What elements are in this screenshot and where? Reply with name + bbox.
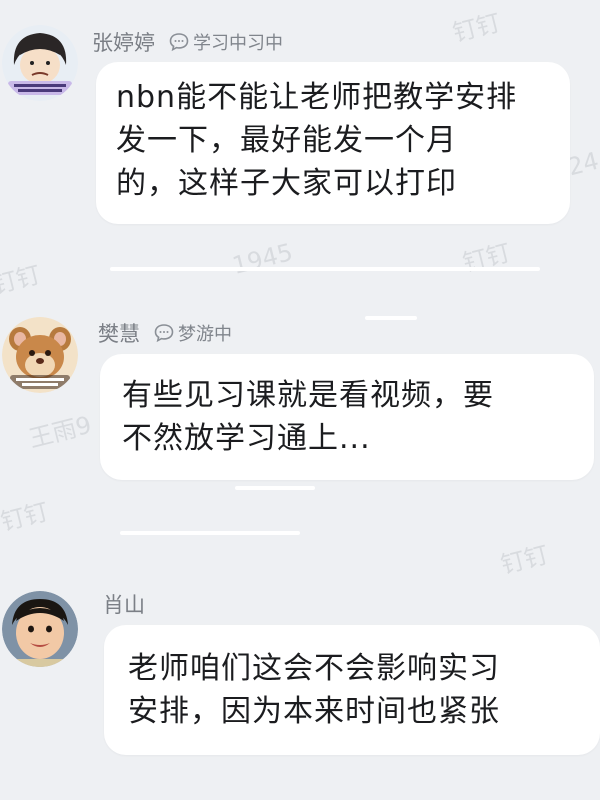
watermark: 1945 xyxy=(229,238,296,280)
avatar[interactable] xyxy=(2,317,78,393)
watermark: 钉钉 xyxy=(0,497,52,537)
watermark: 王雨9 xyxy=(26,410,95,454)
sender-info: 樊慧 梦游中 xyxy=(98,318,232,348)
hidden-bubble-edge xyxy=(120,531,300,535)
message-bubble[interactable]: nbn能不能让老师把教学安排 发一下，最好能发一个月 的，这样子大家可以打印 xyxy=(96,62,570,224)
avatar[interactable] xyxy=(2,25,78,101)
status: 梦游中 xyxy=(154,320,232,346)
chat-bubble-icon xyxy=(154,324,174,343)
sender-name: 肖山 xyxy=(103,593,145,617)
hidden-bubble-edge xyxy=(365,316,417,320)
message-bubble[interactable]: 老师咱们这会不会影响实习 安排，因为本来时间也紧张 xyxy=(104,625,600,755)
sender-name: 樊慧 xyxy=(98,322,140,346)
status-text: 梦游中 xyxy=(178,324,232,345)
chat-bubble-icon xyxy=(169,33,189,52)
watermark: 钉钉 xyxy=(497,540,552,580)
sender-name: 张婷婷 xyxy=(92,31,155,55)
watermark: 钉钉 xyxy=(0,260,44,300)
sender-info: 张婷婷 学习中习中 xyxy=(92,27,283,57)
watermark: 钉钉 xyxy=(449,8,504,48)
message-text: 有些见习课就是看视频，要 不然放学习通上... xyxy=(122,378,494,456)
watermark: 24 xyxy=(565,146,600,182)
message-bubble[interactable]: 有些见习课就是看视频，要 不然放学习通上... xyxy=(100,354,594,480)
hidden-bubble-edge xyxy=(235,486,315,490)
chat-area: 钉钉 钉钉 钉钉 钉钉 钉钉 钉钉 王雨9 24 1945 张婷婷 xyxy=(0,0,600,800)
message-text: nbn能不能让老师把教学安排 发一下，最好能发一个月 的，这样子大家可以打印 xyxy=(116,80,518,201)
status-text: 学习中习中 xyxy=(193,33,283,54)
sender-info: 肖山 xyxy=(103,589,159,619)
watermark: 钉钉 xyxy=(459,238,514,278)
message-text: 老师咱们这会不会影响实习 安排，因为本来时间也紧张 xyxy=(128,651,500,729)
hidden-bubble-edge xyxy=(110,267,540,271)
status: 学习中习中 xyxy=(169,29,283,55)
avatar[interactable] xyxy=(2,591,78,667)
